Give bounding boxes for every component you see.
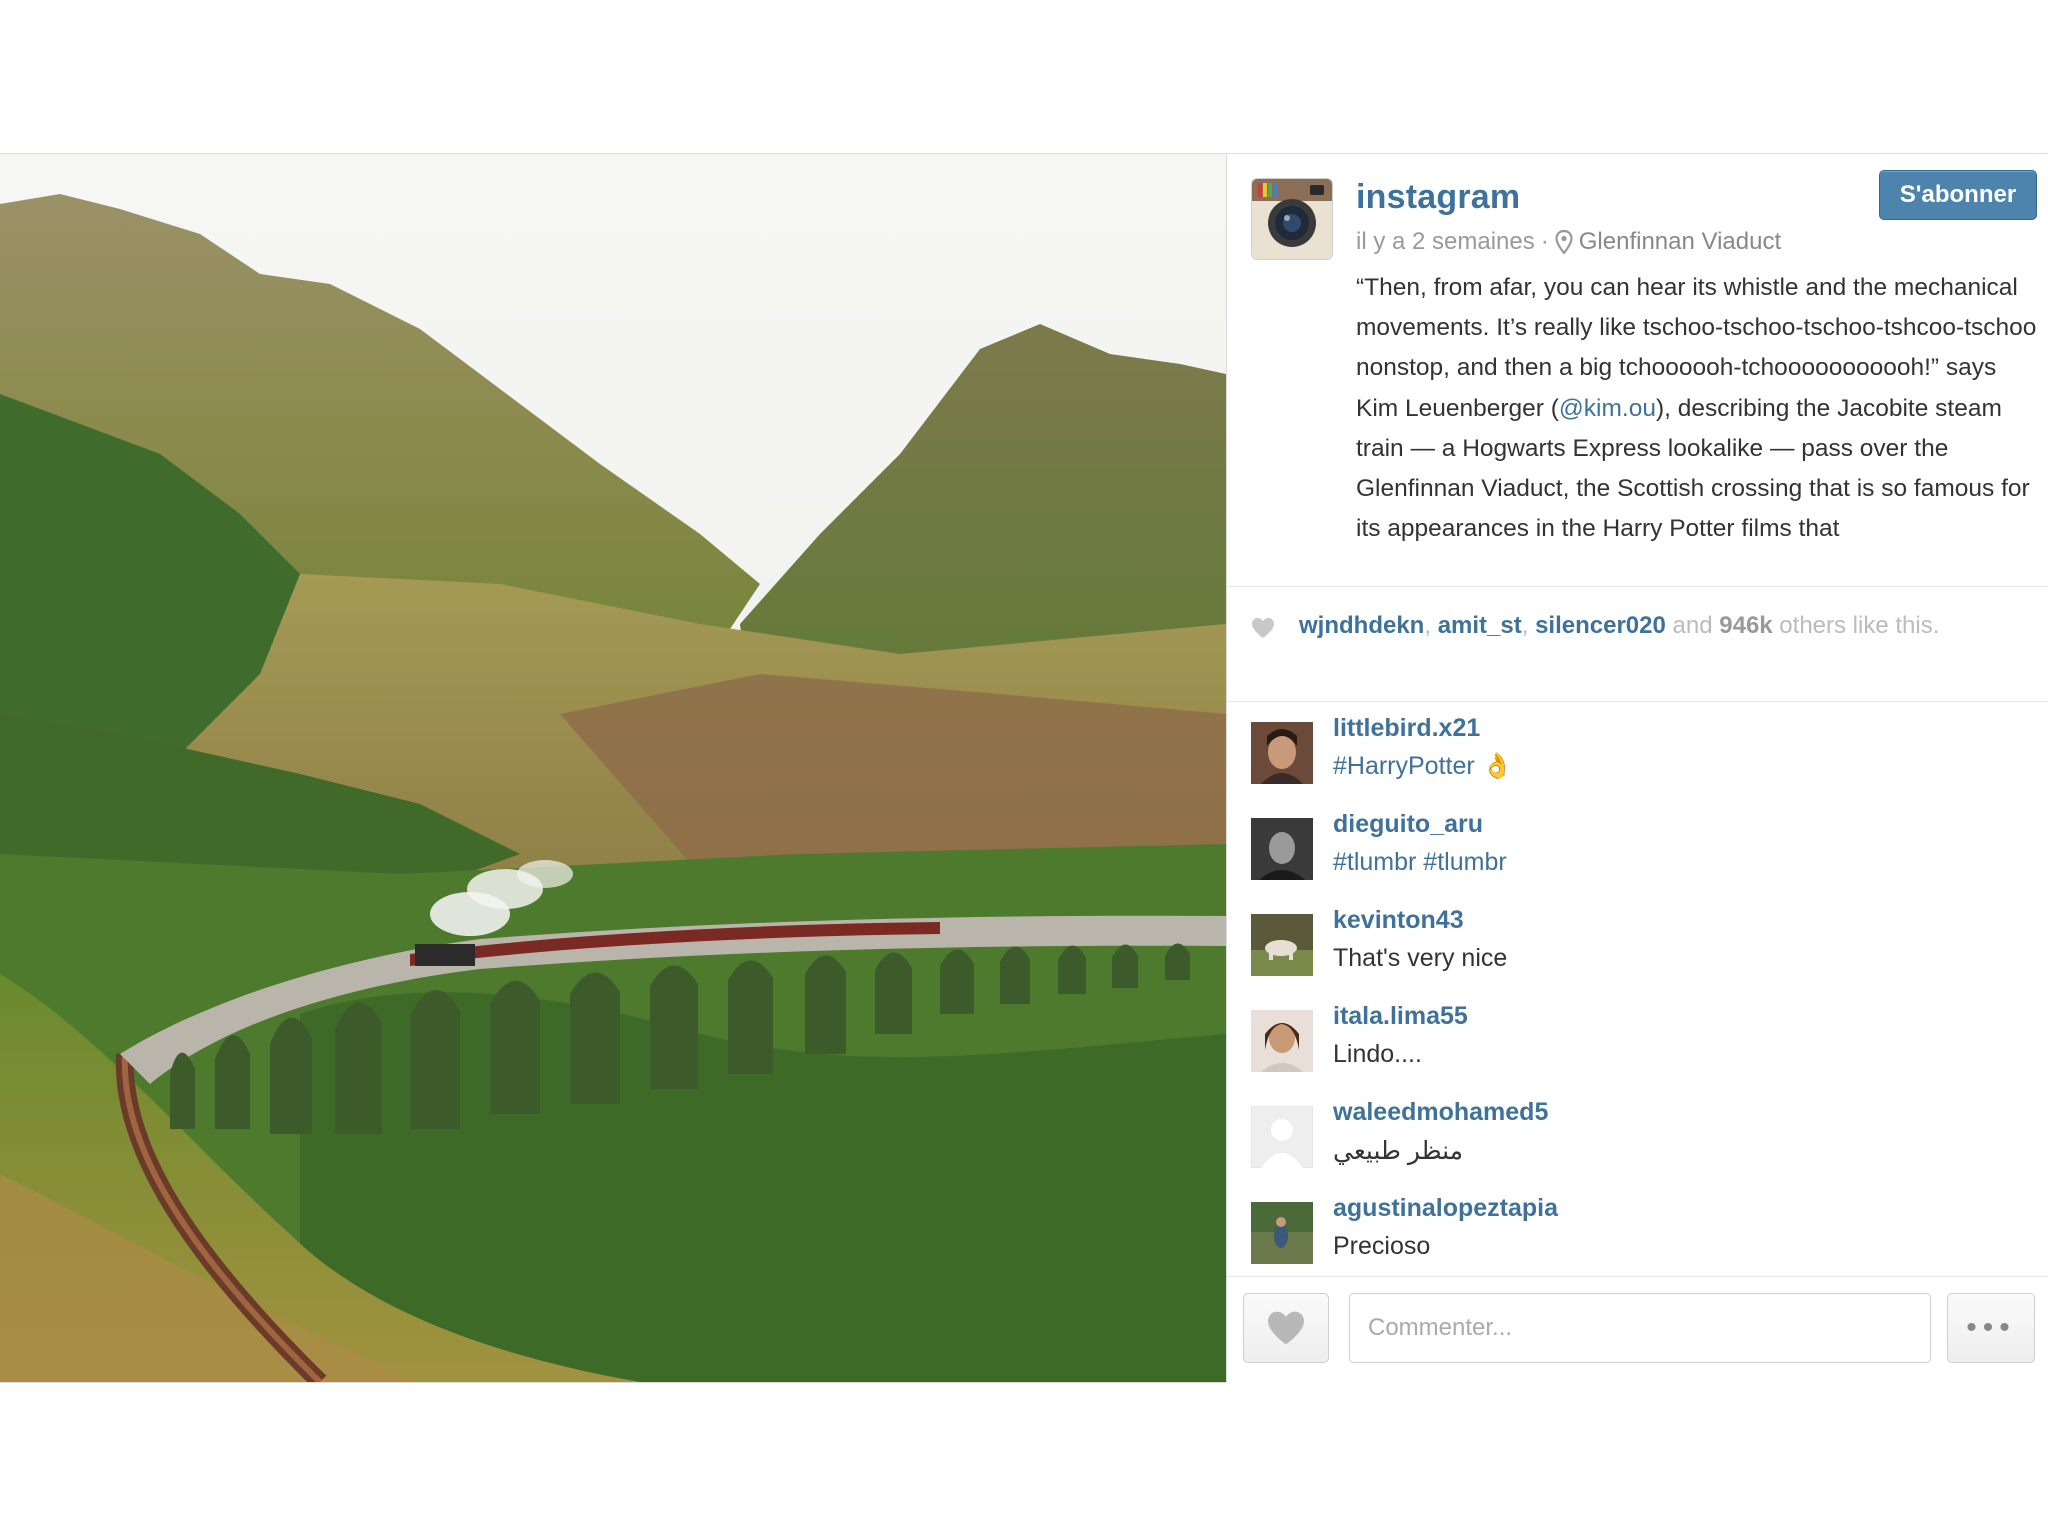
liker-link[interactable]: wjndhdekn (1299, 612, 1424, 639)
commenter-username-link[interactable]: itala.lima55 (1333, 1002, 1468, 1031)
commenter-avatar[interactable] (1251, 818, 1313, 880)
comment-text: Precioso (1333, 1232, 1431, 1260)
post-header: instagram S'abonner il y a 2 semaines · … (1227, 154, 2048, 586)
avatar-photo (1251, 914, 1313, 976)
map-pin-icon (1555, 230, 1573, 254)
avatar-photo (1251, 818, 1313, 880)
comment-text[interactable]: #HarryPotter 👌 (1333, 752, 1513, 781)
owner-avatar[interactable] (1251, 178, 1333, 260)
post-modal: instagram S'abonner il y a 2 semaines · … (0, 153, 2048, 1383)
post-caption: “Then, from afar, you can hear its whist… (1356, 268, 2042, 549)
likes-and: and (1665, 612, 1720, 639)
owner-username-link[interactable]: instagram (1356, 178, 1520, 217)
likes-text: wjndhdekn, amit_st, silencer020 and 946k… (1299, 609, 2019, 642)
comment-item: waleedmohamed5 منظر طبيعي (1251, 1098, 2031, 1178)
landscape-photo (0, 154, 1226, 1382)
likes-count[interactable]: 946k (1719, 612, 1772, 639)
heart-icon (1268, 1311, 1304, 1345)
commenter-avatar[interactable] (1251, 722, 1313, 784)
comment-item: dieguito_aru #tlumbr #tlumbr (1251, 810, 2031, 890)
more-options-button[interactable]: ••• (1947, 1293, 2035, 1363)
likes-tail: others like this. (1772, 612, 1940, 639)
liker-link[interactable]: amit_st (1438, 612, 1522, 639)
avatar-photo (1251, 1202, 1313, 1264)
comment-text: منظر طبيعي (1333, 1137, 1464, 1165)
post-photo[interactable] (0, 154, 1226, 1382)
commenter-avatar[interactable] (1251, 1010, 1313, 1072)
likes-separator: , (1424, 612, 1438, 639)
commenter-username-link[interactable]: kevinton43 (1333, 906, 1464, 935)
commenter-avatar[interactable] (1251, 1106, 1313, 1168)
comment-text: That's very nice (1333, 944, 1508, 972)
heart-icon (1252, 618, 1274, 638)
comment-item: littlebird.x21 #HarryPotter 👌 (1251, 714, 2031, 794)
comment-text[interactable]: #tlumbr #tlumbr (1333, 848, 1507, 877)
commenter-username-link[interactable]: littlebird.x21 (1333, 714, 1480, 743)
post-sidebar: instagram S'abonner il y a 2 semaines · … (1226, 154, 2048, 1383)
caption-mention-link[interactable]: @kim.ou (1559, 395, 1656, 422)
comment-bar: ••• (1227, 1276, 2048, 1383)
post-meta: il y a 2 semaines · Glenfinnan Viaduct (1356, 228, 1781, 256)
commenter-avatar[interactable] (1251, 914, 1313, 976)
likes-separator: , (1521, 612, 1536, 639)
likes-summary: wjndhdekn, amit_st, silencer020 and 946k… (1227, 586, 2048, 702)
default-avatar-icon (1251, 1106, 1313, 1168)
comment-item: itala.lima55 Lindo.... (1251, 1002, 2031, 1082)
post-time[interactable]: il y a 2 semaines (1356, 228, 1535, 256)
comment-text: Lindo.... (1333, 1040, 1422, 1068)
commenter-username-link[interactable]: waleedmohamed5 (1333, 1098, 1548, 1127)
camera-logo-icon (1252, 179, 1332, 259)
meta-separator: · (1540, 228, 1549, 255)
liker-link[interactable]: silencer020 (1535, 612, 1666, 639)
location-link[interactable]: Glenfinnan Viaduct (1579, 228, 1781, 256)
commenter-username-link[interactable]: agustinalopeztapia (1333, 1194, 1558, 1223)
avatar-photo (1251, 1010, 1313, 1072)
like-button[interactable] (1243, 1293, 1329, 1363)
follow-button[interactable]: S'abonner (1879, 170, 2037, 220)
comment-input[interactable] (1349, 1293, 1931, 1363)
commenter-username-link[interactable]: dieguito_aru (1333, 810, 1483, 839)
comment-item: agustinalopeztapia Precioso (1251, 1194, 2031, 1274)
avatar-photo (1251, 722, 1313, 784)
comment-item: kevinton43 That's very nice (1251, 906, 2031, 986)
commenter-avatar[interactable] (1251, 1202, 1313, 1264)
